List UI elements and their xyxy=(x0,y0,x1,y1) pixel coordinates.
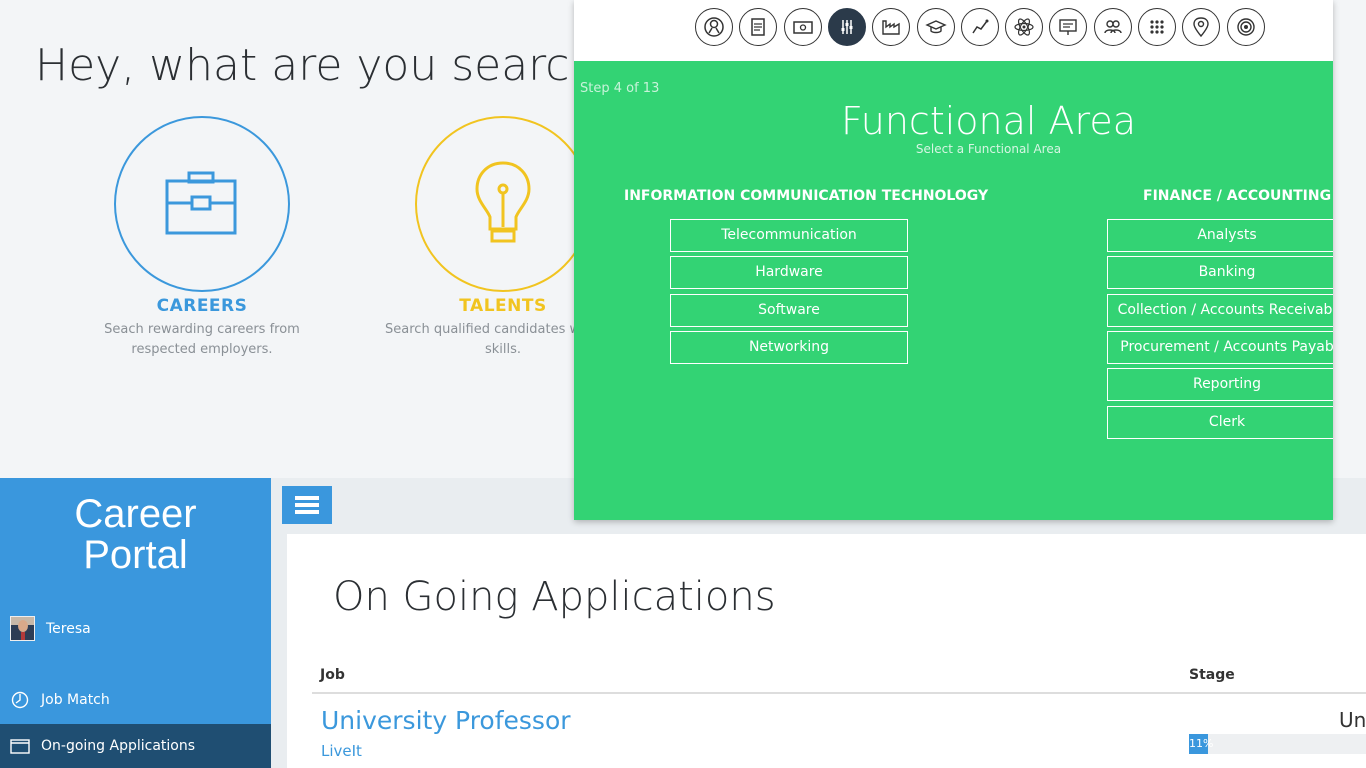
group-title-finance: FINANCE / ACCOUNTING xyxy=(1143,188,1332,204)
step-10-users-icon[interactable] xyxy=(1093,8,1132,46)
company-link[interactable]: LiveIt xyxy=(321,742,362,760)
functional-area-option[interactable]: Networking xyxy=(670,331,908,364)
progress-bar: 11% xyxy=(1189,734,1366,754)
lightbulb-icon xyxy=(475,161,531,243)
window-icon xyxy=(10,736,30,756)
portal-title-line2: Portal xyxy=(83,533,188,577)
careers-title[interactable]: CAREERS xyxy=(72,296,332,316)
functional-area-option[interactable]: Procurement / Accounts Payab xyxy=(1107,331,1333,364)
person-icon xyxy=(704,17,724,37)
functional-area-option[interactable]: Analysts xyxy=(1107,219,1333,252)
presentation-icon xyxy=(1059,19,1078,35)
briefcase-icon xyxy=(165,171,237,235)
column-header-job[interactable]: Job xyxy=(320,667,345,683)
step-bar xyxy=(574,0,1333,61)
group-title-ict: INFORMATION COMMUNICATION TECHNOLOGY xyxy=(624,188,989,204)
user-name[interactable]: Teresa xyxy=(46,621,91,637)
target-icon xyxy=(1236,18,1255,36)
menu-toggle-button[interactable] xyxy=(282,486,332,524)
hamburger-icon-bar xyxy=(295,496,319,500)
functional-area-wizard: Step 4 of 13 Functional Area Select a Fu… xyxy=(574,0,1333,520)
user-profile[interactable]: Teresa xyxy=(10,616,91,641)
functional-area-option[interactable]: Reporting xyxy=(1107,368,1333,401)
step-3-money-icon[interactable] xyxy=(783,8,822,46)
sidebar: Career Portal Teresa Job Match On-going … xyxy=(0,478,271,768)
functional-area-option[interactable]: Banking xyxy=(1107,256,1333,289)
step-9-presentation-icon[interactable] xyxy=(1049,8,1088,46)
functional-area-option[interactable]: Clerk xyxy=(1107,406,1333,439)
atom-icon xyxy=(1014,18,1034,36)
step-4-sliders-icon[interactable] xyxy=(827,8,866,46)
careers-description: Seach rewarding careers from respected e… xyxy=(104,322,300,357)
compass-icon xyxy=(10,690,30,710)
sliders-icon xyxy=(841,20,853,34)
step-6-graduation-cap-icon[interactable] xyxy=(916,8,955,46)
column-header-stage[interactable]: Stage xyxy=(1189,667,1235,683)
functional-area-option[interactable]: Software xyxy=(670,294,908,327)
functional-area-option[interactable]: Telecommunication xyxy=(670,219,908,252)
trend-line-icon xyxy=(972,19,989,34)
users-icon xyxy=(1103,20,1122,34)
job-title-link[interactable]: University Professor xyxy=(321,706,571,735)
step-13-target-icon[interactable] xyxy=(1226,8,1265,46)
hamburger-icon-bar xyxy=(295,510,319,514)
grid-dots-icon xyxy=(1150,20,1164,34)
step-1-person-icon[interactable] xyxy=(695,8,733,46)
hamburger-icon-bar xyxy=(295,503,319,507)
stage-text: Un xyxy=(1339,708,1366,732)
step-label: Step 4 of 13 xyxy=(580,81,660,96)
wizard-title: Functional Area xyxy=(840,99,1136,143)
step-5-factory-icon[interactable] xyxy=(872,8,911,46)
applications-content: On Going Applications Job Stage Universi… xyxy=(287,534,1366,768)
step-11-grid-dots-icon[interactable] xyxy=(1138,8,1176,46)
step-8-atom-icon[interactable] xyxy=(1005,8,1044,46)
step-12-location-pin-icon[interactable] xyxy=(1182,8,1221,46)
functional-area-option[interactable]: Hardware xyxy=(670,256,908,289)
page-title: On Going Applications xyxy=(333,574,776,620)
functional-area-option[interactable]: Collection / Accounts Receivabl xyxy=(1107,294,1333,327)
step-2-document-icon[interactable] xyxy=(739,8,778,46)
portal-title-line1: Career xyxy=(74,492,197,536)
factory-icon xyxy=(882,20,900,35)
search-heading: Hey, what are you searching xyxy=(35,40,664,91)
progress-fill: 11% xyxy=(1189,734,1213,754)
careers-circle[interactable] xyxy=(114,116,290,292)
sidebar-item-job-match[interactable]: Job Match xyxy=(0,678,271,722)
wizard-subtitle: Select a Functional Area xyxy=(915,142,1062,156)
career-portal: Career Portal Teresa Job Match On-going … xyxy=(0,478,1366,768)
wizard-body: Step 4 of 13 Functional Area Select a Fu… xyxy=(574,61,1333,520)
money-icon xyxy=(792,21,813,34)
portal-title: Career Portal xyxy=(0,478,271,576)
table-header: Job Stage xyxy=(312,664,1366,694)
sidebar-item-label: On-going Applications xyxy=(41,738,196,754)
graduation-cap-icon xyxy=(924,20,947,34)
job-description xyxy=(321,762,1141,768)
location-pin-icon xyxy=(1193,17,1209,38)
document-icon xyxy=(751,18,766,36)
sidebar-item-label: Job Match xyxy=(41,692,110,708)
avatar[interactable] xyxy=(10,616,35,641)
talents-circle[interactable] xyxy=(415,116,591,292)
sidebar-item-ongoing-applications[interactable]: On-going Applications xyxy=(0,724,271,768)
step-7-trend-line-icon[interactable] xyxy=(960,8,999,46)
careers-card[interactable]: CAREERS Seach rewarding careers from res… xyxy=(72,116,332,360)
